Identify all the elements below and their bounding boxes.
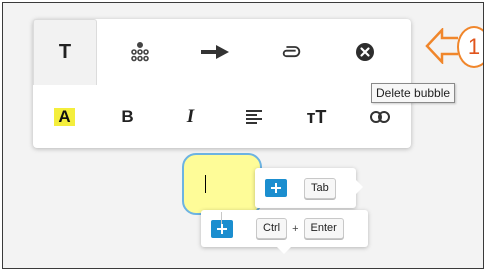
link-button[interactable] [348,97,411,137]
text-caret [205,175,206,193]
delete-bubble-button[interactable] [333,19,397,85]
tab-attachment[interactable] [258,19,322,85]
highlight-button[interactable]: A [33,97,96,137]
italic-icon: I [186,106,195,127]
add-icon [211,211,233,238]
delete-bubble-tooltip: Delete bubble [371,83,456,103]
add-sibling-hint[interactable]: Tab [255,168,363,208]
ctrl-key: Ctrl [256,218,288,239]
connector-arrow-icon [201,45,229,59]
attachment-icon [282,46,301,58]
key-separator: + [292,222,299,235]
toolbar-tabs: T [33,19,408,85]
callout-number: 1 [457,26,483,68]
mindmap-bubble[interactable] [182,153,262,215]
format-buttons: A B I тT [33,97,411,137]
add-child-hint[interactable]: Ctrl + Enter [201,210,368,254]
tab-bubble-group[interactable] [108,19,172,85]
text-size-button[interactable]: тT [285,97,348,137]
add-icon [265,179,287,197]
bold-icon: B [121,107,134,126]
bubble-toolbar: T A B I тT [33,19,411,148]
align-button[interactable] [222,97,285,137]
bold-button[interactable]: B [96,97,159,137]
mindmap-canvas[interactable]: T A B I тT Delete bubble 1 Tab Ctrl + En… [2,2,484,269]
hint-pointer [356,180,363,194]
enter-key: Enter [303,218,344,239]
italic-button[interactable]: I [159,97,222,137]
delete-bubble-icon [356,43,374,61]
tab-connector[interactable] [183,19,247,85]
tab-key: Tab [304,177,336,199]
link-icon [369,111,390,123]
hint-pointer [277,247,291,254]
child-connector-line [221,211,222,224]
text-size-icon: тT [306,106,327,127]
callout-arrow-icon [425,28,458,64]
align-icon [245,110,262,124]
highlight-color-icon: A [54,108,75,126]
text-format-icon: T [58,41,72,63]
bubble-group-icon [131,42,149,62]
tab-text-format[interactable]: T [33,19,97,85]
